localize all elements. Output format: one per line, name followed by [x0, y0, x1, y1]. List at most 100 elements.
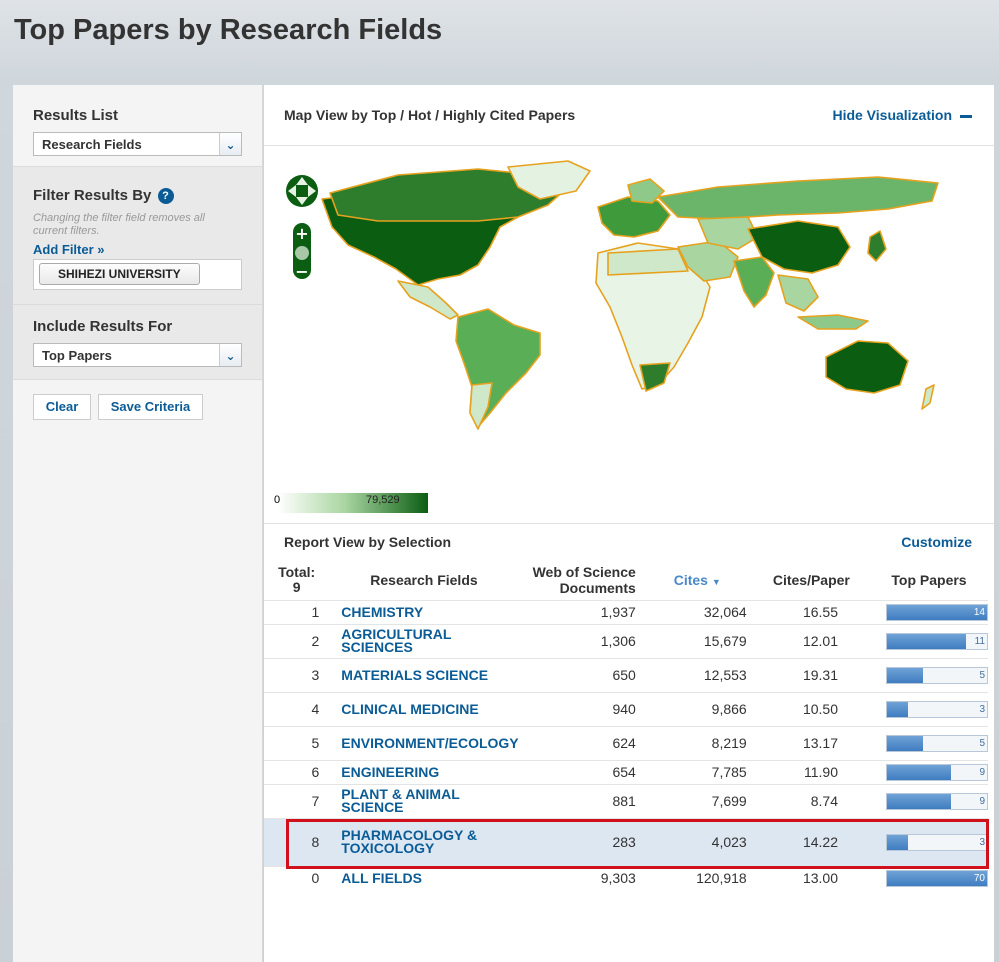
map-region-europe: [597, 196, 671, 238]
table-row[interactable]: 7 PLANT & ANIMAL SCIENCE 881 7,699 8.74 9: [264, 783, 988, 818]
col-cites-per-paper[interactable]: Cites/Paper: [753, 560, 870, 600]
top-papers-bar-fill: [887, 735, 923, 751]
row-top-papers[interactable]: 11: [870, 623, 988, 658]
table-row[interactable]: 2 AGRICULTURAL SCIENCES 1,306 15,679 12.01 11: [264, 623, 988, 658]
top-papers-bar[interactable]: 11: [886, 632, 988, 650]
results-list-label: Results List: [33, 107, 119, 124]
row-top-papers[interactable]: 5: [870, 657, 988, 692]
row-cites-per-paper: 19.31: [752, 657, 870, 692]
table-row[interactable]: 4 CLINICAL MEDICINE 940 9,866 10.50 3: [264, 691, 988, 726]
row-documents: 654: [518, 759, 642, 784]
row-top-papers[interactable]: 9: [870, 783, 988, 818]
row-cites-per-paper: 16.55: [752, 599, 870, 624]
top-papers-bar[interactable]: 9: [886, 792, 988, 810]
row-cites: 7,785: [641, 759, 753, 784]
top-papers-bar[interactable]: 14: [886, 603, 988, 621]
top-papers-value: 14: [973, 606, 985, 618]
row-cites: 8,219: [641, 725, 753, 760]
row-rank: 2: [264, 623, 330, 658]
filter-label: Filter Results By ?: [33, 187, 242, 205]
row-field-link[interactable]: CLINICAL MEDICINE: [329, 691, 519, 726]
filter-section: Filter Results By ? Changing the filter …: [13, 167, 262, 305]
row-documents: 624: [518, 725, 642, 760]
hide-visualization-link[interactable]: Hide Visualization: [832, 107, 972, 123]
table-row[interactable]: 3 MATERIALS SCIENCE 650 12,553 19.31 5: [264, 657, 988, 692]
top-papers-bar[interactable]: 70: [886, 869, 988, 887]
row-documents: 283: [518, 817, 642, 866]
results-list-section: Results List Research Fields ⌄: [13, 85, 262, 167]
row-field-link[interactable]: PLANT & ANIMAL SCIENCE: [329, 783, 519, 818]
row-cites-per-paper: 13.00: [752, 865, 870, 890]
row-top-papers[interactable]: 3: [870, 817, 988, 866]
row-cites-per-paper: 14.22: [752, 817, 870, 866]
map-zoom-controls[interactable]: + −: [284, 165, 324, 285]
row-field-link[interactable]: ALL FIELDS: [329, 865, 519, 890]
map-legend-bar: [278, 493, 428, 513]
row-field-link[interactable]: ENVIRONMENT/ECOLOGY: [329, 725, 519, 760]
hide-visualization-label: Hide Visualization: [832, 107, 952, 123]
row-rank: 8: [264, 817, 330, 866]
col-research-fields[interactable]: Research Fields: [329, 560, 518, 600]
add-filter-link[interactable]: Add Filter »: [33, 242, 242, 257]
row-cites: 7,699: [641, 783, 753, 818]
top-papers-bar-fill: [887, 633, 966, 649]
include-label: Include Results For: [33, 318, 173, 335]
top-papers-bar[interactable]: 5: [886, 666, 988, 684]
row-field-link[interactable]: AGRICULTURAL SCIENCES: [329, 623, 519, 658]
top-papers-bar-fill: [887, 667, 923, 683]
help-icon[interactable]: ?: [157, 188, 174, 205]
table-row[interactable]: 5 ENVIRONMENT/ECOLOGY 624 8,219 13.17 5: [264, 725, 988, 760]
table-row[interactable]: 0 ALL FIELDS 9,303 120,918 13.00 70: [264, 865, 988, 890]
table-row[interactable]: 6 ENGINEERING 654 7,785 11.90 9: [264, 759, 988, 784]
row-top-papers[interactable]: 70: [870, 865, 988, 890]
filter-chip[interactable]: SHIHEZI UNIVERSITY: [39, 263, 200, 286]
top-papers-bar[interactable]: 3: [886, 700, 988, 718]
row-top-papers[interactable]: 5: [870, 725, 988, 760]
row-cites-per-paper: 10.50: [752, 691, 870, 726]
row-field-link[interactable]: ENGINEERING: [329, 759, 519, 784]
globe-icon: [295, 246, 309, 260]
table-row[interactable]: 1 CHEMISTRY 1,937 32,064 16.55 14: [264, 599, 988, 624]
row-field-link[interactable]: CHEMISTRY: [329, 599, 519, 624]
clear-button[interactable]: Clear: [33, 394, 91, 420]
top-papers-bar[interactable]: 9: [886, 763, 988, 781]
row-documents: 1,306: [518, 623, 642, 658]
top-papers-value: 3: [979, 836, 985, 848]
row-top-papers[interactable]: 9: [870, 759, 988, 784]
results-list-select[interactable]: Research Fields ⌄: [33, 132, 242, 156]
map-header: Map View by Top / Hot / Highly Cited Pap…: [284, 107, 576, 123]
page-title: Top Papers by Research Fields: [14, 14, 443, 46]
top-papers-bar-fill: [887, 604, 987, 620]
top-papers-bar[interactable]: 5: [886, 734, 988, 752]
main-panel: Map View by Top / Hot / Highly Cited Pap…: [264, 85, 994, 962]
row-cites-per-paper: 13.17: [752, 725, 870, 760]
row-documents: 9,303: [518, 865, 642, 890]
col-top-papers[interactable]: Top Papers: [870, 560, 988, 600]
top-papers-bar[interactable]: 3: [886, 833, 988, 851]
world-map[interactable]: [278, 157, 978, 437]
row-rank: 7: [264, 783, 330, 818]
map-region-australia: [825, 340, 909, 394]
filter-label-text: Filter Results By: [33, 187, 152, 204]
row-field-link[interactable]: MATERIALS SCIENCE: [329, 657, 519, 692]
include-select[interactable]: Top Papers ⌄: [33, 343, 242, 367]
col-wos-documents[interactable]: Web of Science Documents: [519, 560, 642, 600]
include-value: Top Papers: [42, 348, 112, 363]
row-cites: 32,064: [641, 599, 753, 624]
top-papers-value: 70: [973, 872, 985, 884]
row-rank: 0: [264, 865, 330, 890]
row-cites: 12,553: [641, 657, 753, 692]
legend-min: 0: [274, 494, 281, 506]
row-top-papers[interactable]: 3: [870, 691, 988, 726]
top-papers-value: 5: [979, 737, 985, 749]
chevron-down-icon: ⌄: [219, 344, 241, 366]
table-row[interactable]: 8 PHARMACOLOGY & TOXICOLOGY 283 4,023 14.22 3: [264, 817, 988, 866]
col-cites-label: Cites: [673, 571, 708, 588]
map-region-central-america: [397, 280, 459, 320]
customize-link[interactable]: Customize: [901, 534, 972, 550]
sort-desc-icon: ▼: [711, 576, 721, 587]
row-top-papers[interactable]: 14: [870, 599, 988, 624]
row-field-link[interactable]: PHARMACOLOGY & TOXICOLOGY: [329, 817, 519, 866]
col-cites[interactable]: Cites ▼: [642, 560, 753, 600]
save-criteria-button[interactable]: Save Criteria: [98, 394, 203, 420]
